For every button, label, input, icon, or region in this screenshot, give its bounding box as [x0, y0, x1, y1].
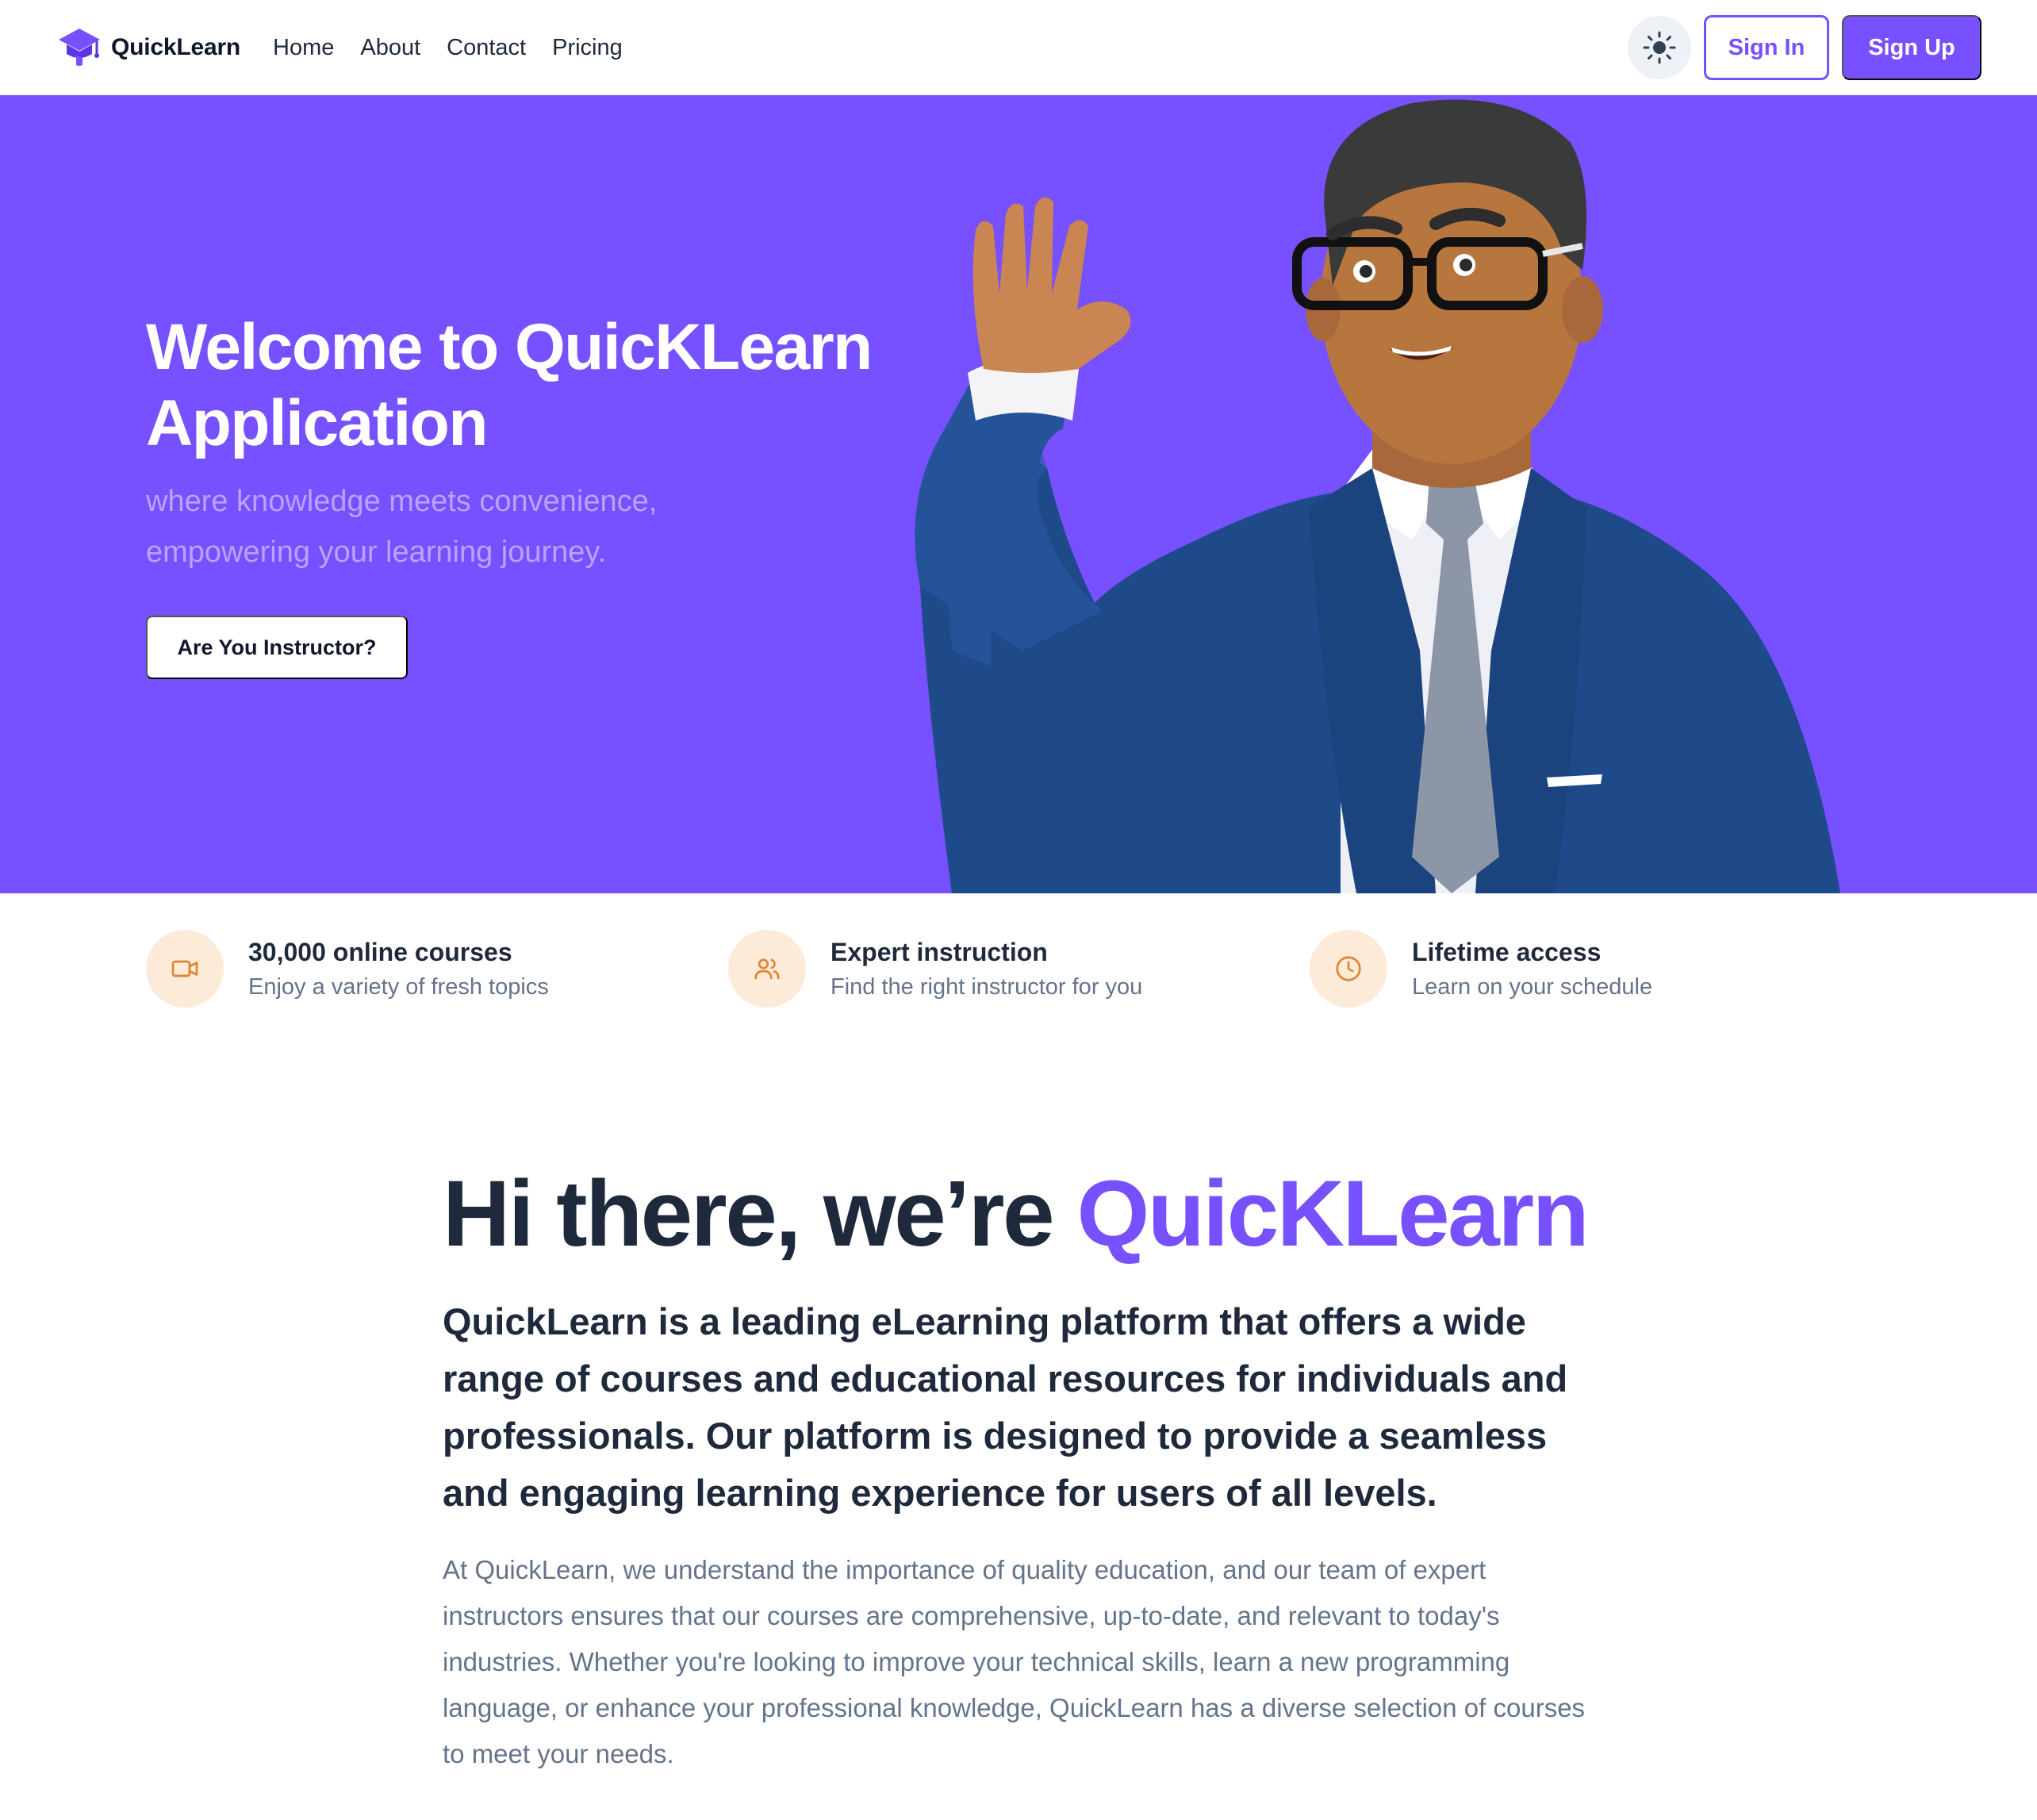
navbar: QuickLearn Home About Contact Pricing Si… [0, 0, 2037, 95]
feature-icon-circle [728, 930, 806, 1008]
nav-link-pricing[interactable]: Pricing [552, 32, 623, 63]
feature-description: Enjoy a variety of fresh topics [248, 974, 549, 1000]
feature-title: Expert instruction [831, 938, 1048, 966]
hero-section: Welcome to QuicKLearn Application where … [0, 95, 2037, 893]
feature-icon-circle [146, 930, 224, 1008]
about-heading-prefix: Hi there, we’re [443, 1161, 1077, 1266]
about-lead-paragraph: QuickLearn is a leading eLearning platfo… [443, 1300, 1568, 1514]
clock-icon [1336, 956, 1361, 981]
sun-icon [1643, 31, 1676, 64]
waving-man-illustration [915, 99, 1840, 893]
video-camera-icon [171, 960, 198, 977]
hero-title: Welcome to QuicKLearn Application [146, 311, 873, 459]
nav-link-contact[interactable]: Contact [447, 32, 526, 63]
main-nav: Home About Contact Pricing [273, 32, 649, 63]
nav-link-about[interactable]: About [360, 32, 420, 63]
logo-text: QuickLearn [111, 34, 241, 60]
logo[interactable]: QuickLearn [56, 24, 240, 71]
are-you-instructor-button[interactable]: Are You Instructor? [146, 616, 408, 679]
feature-description: Learn on your schedule [1412, 974, 1653, 1000]
theme-toggle-button[interactable] [1628, 16, 1691, 79]
hero-subtitle: where knowledge meets convenience, empow… [146, 485, 658, 569]
about-heading-brand: QuicKLearn [1076, 1161, 1589, 1266]
graduation-cap-icon [59, 29, 100, 66]
sign-in-button[interactable]: Sign In [1704, 15, 1829, 80]
users-icon [754, 958, 780, 980]
about-body-paragraph: At QuickLearn, we understand the importa… [443, 1555, 1586, 1768]
about-heading: Hi there, we’re QuicKLearn [443, 1158, 1590, 1269]
sign-up-button[interactable]: Sign Up [1842, 15, 1981, 80]
nav-link-home[interactable]: Home [273, 32, 334, 63]
feature-title: Lifetime access [1412, 938, 1602, 966]
feature-icon-circle [1310, 930, 1387, 1008]
feature-title: 30,000 online courses [248, 938, 512, 966]
feature-description: Find the right instructor for you [831, 974, 1143, 1000]
